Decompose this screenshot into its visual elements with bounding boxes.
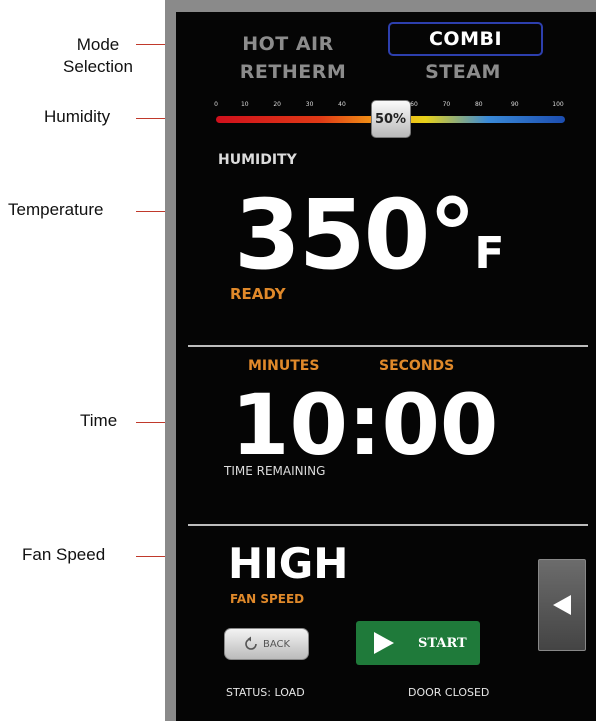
- temperature-unit: F: [474, 228, 504, 279]
- mode-hot-air-button[interactable]: HOT AIR: [228, 31, 348, 57]
- temperature-number: 350°: [234, 179, 476, 291]
- humidity-tick: 20: [273, 101, 282, 108]
- temperature-status: READY: [230, 285, 286, 303]
- callout-time: Time: [80, 411, 118, 430]
- start-button[interactable]: START: [356, 621, 480, 665]
- back-button[interactable]: BACK: [224, 628, 309, 660]
- callout-fan-speed: Fan Speed: [22, 545, 106, 564]
- mode-retherm-button[interactable]: RETHERM: [228, 59, 358, 85]
- mode-combi-button[interactable]: COMBI: [388, 22, 543, 56]
- section-divider: [188, 524, 588, 526]
- humidity-tick: 100: [552, 101, 564, 108]
- humidity-label: HUMIDITY: [218, 152, 297, 168]
- humidity-slider-thumb[interactable]: 50%: [370, 100, 411, 138]
- mode-steam-button[interactable]: STEAM: [408, 59, 518, 85]
- humidity-tick: 60: [410, 101, 418, 108]
- humidity-tick: 80: [474, 101, 483, 108]
- callout-humidity: Humidity: [44, 107, 111, 126]
- callout-mode-line1: Mode: [76, 35, 120, 54]
- fan-speed-label: FAN SPEED: [230, 592, 305, 606]
- back-arrow-icon: [245, 636, 257, 650]
- time-remaining-label: TIME REMAINING: [224, 464, 326, 478]
- back-button-label: BACK: [262, 638, 291, 650]
- humidity-tick: 70: [442, 101, 451, 108]
- callout-temperature: Temperature: [8, 200, 104, 219]
- humidity-tick: 0: [214, 101, 218, 108]
- play-icon: [374, 632, 394, 654]
- callout-mode-line2: Selection: [63, 57, 133, 76]
- door-status: DOOR CLOSED: [408, 686, 490, 699]
- section-divider: [188, 345, 588, 347]
- minutes-label: MINUTES: [248, 358, 320, 374]
- time-value[interactable]: 10:00: [231, 380, 498, 470]
- control-screen: HOT AIR COMBI RETHERM STEAM 0 10 20 30 4…: [176, 12, 596, 721]
- humidity-tick: 30: [305, 101, 314, 108]
- humidity-tick: 10: [240, 101, 249, 108]
- seconds-label: SECONDS: [379, 358, 455, 374]
- triangle-left-icon: [553, 595, 571, 615]
- callout-mode-selection: Mode Selection: [58, 34, 138, 78]
- status-load: STATUS: LOAD: [226, 686, 305, 699]
- start-button-label: START: [418, 635, 467, 651]
- humidity-tick: 40: [338, 101, 346, 108]
- fan-speed-value[interactable]: HIGH: [228, 540, 348, 588]
- side-panel-toggle-button[interactable]: [538, 559, 586, 651]
- humidity-tick: 90: [510, 101, 519, 108]
